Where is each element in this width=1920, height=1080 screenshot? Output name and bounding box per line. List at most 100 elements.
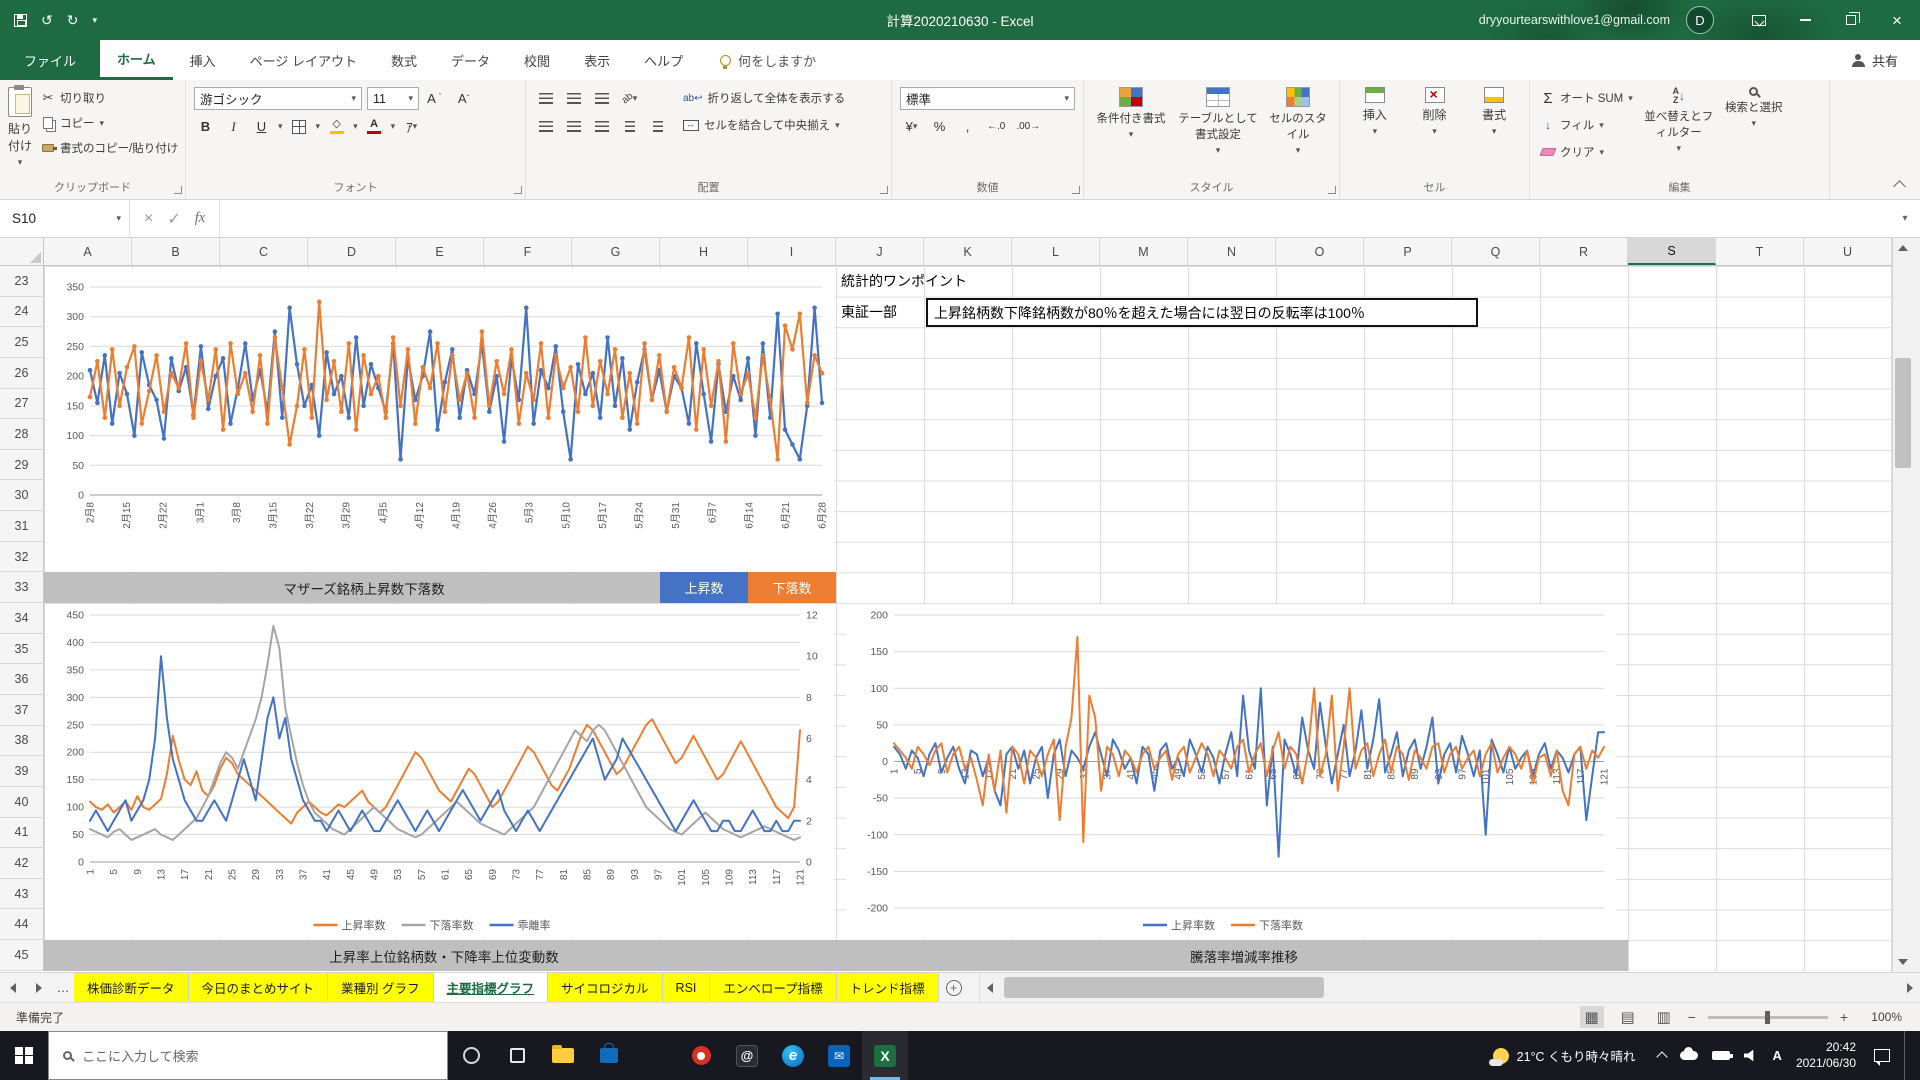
cell-styles-button[interactable]: セルのスタイル ▾: [1266, 87, 1330, 179]
zoom-slider-thumb[interactable]: [1765, 1011, 1770, 1024]
sheet-tab-今日のまとめサイト[interactable]: 今日のまとめサイト: [189, 973, 329, 1002]
excel-icon[interactable]: [862, 1031, 908, 1080]
scroll-left-button[interactable]: [980, 973, 1000, 1002]
borders-button[interactable]: [288, 115, 311, 138]
row-header-29[interactable]: 29: [0, 450, 44, 481]
ime-indicator[interactable]: A: [1773, 1048, 1782, 1063]
row-header-32[interactable]: 32: [0, 542, 44, 573]
action-center-icon[interactable]: [1874, 1049, 1890, 1062]
clipboard-dialog-launcher[interactable]: [174, 186, 182, 194]
column-header-T[interactable]: T: [1716, 238, 1804, 265]
zoom-in-button[interactable]: +: [1840, 1009, 1848, 1025]
autosum-button[interactable]: Σオート SUM▾: [1538, 87, 1636, 109]
font-name-combo[interactable]: 游ゴシック▾: [194, 87, 362, 110]
styles-dialog-launcher[interactable]: [1328, 186, 1336, 194]
show-desktop-strip[interactable]: [1904, 1031, 1910, 1080]
scroll-up-button[interactable]: [1893, 238, 1913, 258]
insert-function-icon[interactable]: fx: [195, 210, 205, 227]
sheet-tab-主要指標グラフ[interactable]: 主要指標グラフ: [434, 973, 549, 1002]
font-size-combo[interactable]: 11▾: [367, 87, 419, 110]
start-button[interactable]: [0, 1031, 48, 1080]
copy-button[interactable]: コピー▾: [38, 112, 181, 134]
ribbon-tab-ファイル[interactable]: ファイル: [0, 40, 100, 80]
row-header-45[interactable]: 45: [0, 940, 44, 971]
clear-button[interactable]: クリア▾: [1538, 141, 1636, 163]
chart-mothers-updown[interactable]: 0501001502002503003502月82月152月223月13月83月…: [46, 269, 834, 571]
zoom-out-button[interactable]: −: [1688, 1009, 1696, 1025]
ribbon-tab-数式[interactable]: 数式: [374, 40, 434, 80]
format-as-table-button[interactable]: テーブルとして書式設定 ▾: [1176, 87, 1260, 179]
tell-me-search[interactable]: 何をしますか: [720, 40, 816, 80]
sort-filter-button[interactable]: AZ↓ 並べ替えとフィルター ▾: [1642, 87, 1716, 179]
column-header-N[interactable]: N: [1188, 238, 1276, 265]
battery-icon[interactable]: [1712, 1051, 1730, 1060]
delete-cells-button[interactable]: 削除 ▾: [1408, 87, 1462, 179]
sheet-tab-業種別 グラフ[interactable]: 業種別 グラフ: [328, 973, 433, 1002]
font-dialog-launcher[interactable]: [514, 186, 522, 194]
underline-caret-icon[interactable]: ▾: [278, 121, 283, 132]
chart1-title-band[interactable]: マザーズ銘柄上昇数下落数 上昇数 下落数: [44, 572, 836, 603]
close-button[interactable]: ×: [1874, 0, 1920, 40]
task-view-icon[interactable]: [494, 1031, 540, 1080]
find-select-button[interactable]: 検索と選択 ▾: [1722, 87, 1786, 179]
column-header-K[interactable]: K: [924, 238, 1012, 265]
decrease-indent-button[interactable]: [618, 115, 641, 138]
sheet-nav-left-button[interactable]: [0, 973, 26, 1002]
decrease-decimal-button[interactable]: .00→: [1013, 115, 1043, 138]
row-header-44[interactable]: 44: [0, 909, 44, 940]
sheet-tab-株価診断データ[interactable]: 株価診断データ: [74, 973, 189, 1002]
ribbon-display-options-button[interactable]: [1736, 0, 1782, 40]
row-header-34[interactable]: 34: [0, 603, 44, 634]
number-format-combo[interactable]: 標準▾: [900, 87, 1075, 110]
orientation-button[interactable]: ab▾: [618, 87, 641, 110]
row-header-26[interactable]: 26: [0, 358, 44, 389]
conditional-formatting-button[interactable]: 条件付き書式 ▾: [1092, 87, 1170, 179]
scroll-right-button[interactable]: [1900, 973, 1920, 1002]
row-header-40[interactable]: 40: [0, 787, 44, 818]
row-header-37[interactable]: 37: [0, 695, 44, 726]
normal-view-button[interactable]: ▦: [1580, 1006, 1604, 1028]
row-header-30[interactable]: 30: [0, 480, 44, 511]
explorer-icon[interactable]: [540, 1031, 586, 1080]
ribbon-tab-挿入[interactable]: 挿入: [173, 40, 233, 80]
edge-icon[interactable]: [770, 1031, 816, 1080]
column-header-A[interactable]: A: [44, 238, 132, 265]
cell-J24[interactable]: 東証一部: [841, 297, 897, 328]
chart-bottom-title-band[interactable]: 上昇率上位銘柄数・下降率上位変動数 騰落率増減率推移: [44, 940, 1628, 971]
column-header-L[interactable]: L: [1012, 238, 1100, 265]
underline-button[interactable]: U: [250, 115, 273, 138]
comma-style-button[interactable]: ,: [956, 115, 979, 138]
page-break-view-button[interactable]: ▥: [1652, 1006, 1676, 1028]
formula-bar-expand-icon[interactable]: ▾: [1890, 200, 1920, 237]
increase-indent-button[interactable]: [646, 115, 669, 138]
sheet-nav-right-button[interactable]: [26, 973, 52, 1002]
align-top-button[interactable]: [534, 87, 557, 110]
sheet-tab-エンベロープ指標[interactable]: エンベロープ指標: [710, 973, 836, 1002]
app-red-icon[interactable]: [678, 1031, 724, 1080]
zoom-slider[interactable]: [1708, 1016, 1828, 1019]
fill-button[interactable]: ↓フィル▾: [1538, 114, 1636, 136]
column-header-O[interactable]: O: [1276, 238, 1364, 265]
percent-style-button[interactable]: %: [928, 115, 951, 138]
account-avatar[interactable]: D: [1686, 6, 1714, 34]
row-header-42[interactable]: 42: [0, 848, 44, 879]
ribbon-tab-表示[interactable]: 表示: [567, 40, 627, 80]
vertical-scrollbar[interactable]: [1892, 238, 1912, 972]
new-sheet-button[interactable]: +: [939, 973, 969, 1002]
number-dialog-launcher[interactable]: [1072, 186, 1080, 194]
ribbon-tab-ヘルプ[interactable]: ヘルプ: [627, 40, 700, 80]
format-cells-button[interactable]: 書式 ▾: [1467, 87, 1521, 179]
row-header-38[interactable]: 38: [0, 726, 44, 757]
cancel-entry-icon[interactable]: ×: [144, 210, 153, 228]
insert-cells-button[interactable]: 挿入 ▾: [1348, 87, 1402, 179]
row-header-33[interactable]: 33: [0, 572, 44, 603]
italic-button[interactable]: I: [222, 115, 245, 138]
zoom-level-label[interactable]: 100%: [1860, 1010, 1902, 1024]
name-box-caret-icon[interactable]: ▾: [116, 213, 121, 224]
column-header-U[interactable]: U: [1804, 238, 1892, 265]
onedrive-cloud-icon[interactable]: [1680, 1051, 1698, 1060]
sheet-tab-RSI[interactable]: RSI: [663, 973, 711, 1002]
ribbon-tab-データ[interactable]: データ: [434, 40, 507, 80]
clock[interactable]: 20:42 2021/06/30: [1796, 1040, 1856, 1071]
account-email[interactable]: dryyourtearswithlove1@gmail.com: [1479, 13, 1670, 27]
